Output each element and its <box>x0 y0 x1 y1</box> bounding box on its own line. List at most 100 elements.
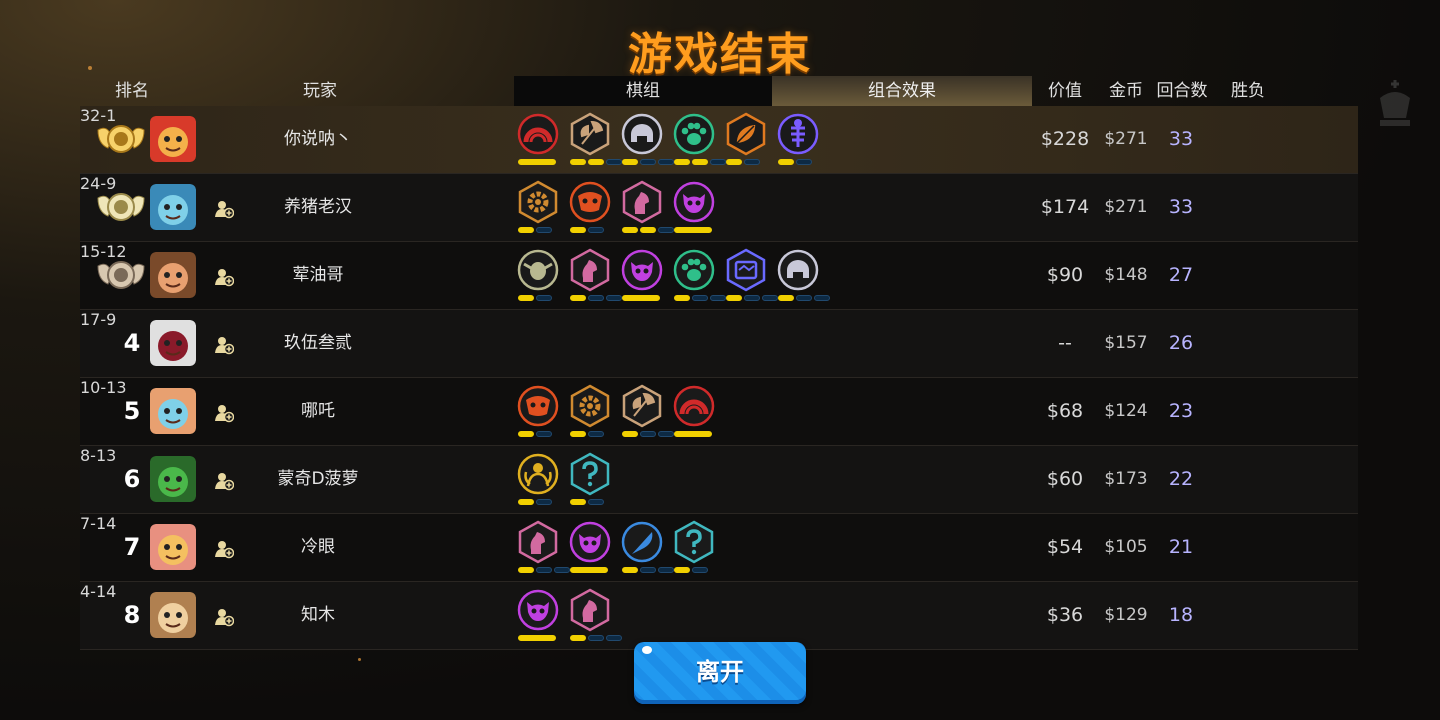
player-avatar[interactable] <box>150 456 196 502</box>
player-avatar[interactable] <box>150 592 196 638</box>
paw-icon[interactable] <box>672 112 726 168</box>
player-rounds: 22 <box>1168 468 1194 490</box>
paw-icon[interactable] <box>672 248 726 304</box>
trait-level-pip <box>726 295 742 301</box>
player-value: $228 <box>1040 128 1090 150</box>
red-arch-icon[interactable] <box>672 384 716 440</box>
feather-icon[interactable] <box>620 520 674 576</box>
trait-level-pip <box>518 499 534 505</box>
trait-level-pip <box>692 295 708 301</box>
add-friend-icon[interactable] <box>214 539 235 559</box>
knight-icon[interactable] <box>568 248 622 304</box>
trait-level-pip <box>622 227 638 233</box>
helmet-icon[interactable] <box>620 112 674 168</box>
player-rounds: 18 <box>1168 604 1194 626</box>
player-row: 养猪老汉 $174 $271 33 24-9 <box>80 174 1358 242</box>
player-name: 哪吒 <box>301 401 335 421</box>
player-avatar[interactable] <box>150 320 196 366</box>
trait-level-bars <box>674 567 708 573</box>
imp-icon[interactable] <box>568 520 612 576</box>
goddess-icon[interactable] <box>516 452 560 508</box>
add-friend-icon[interactable] <box>214 199 235 219</box>
mystery-icon[interactable] <box>672 520 716 576</box>
player-value: -- <box>1058 332 1072 354</box>
player-gold: $105 <box>1104 537 1148 557</box>
tab-combo[interactable]: 组合效果 <box>772 76 1032 106</box>
leave-button-label: 离开 <box>696 658 744 686</box>
trait-level-bars <box>518 635 556 641</box>
trait-level-pip <box>640 227 656 233</box>
trait-level-pip <box>640 159 656 165</box>
gear-icon[interactable] <box>516 180 560 236</box>
trait-level-bars <box>570 635 622 641</box>
player-rounds: 26 <box>1168 332 1194 354</box>
robot-icon[interactable] <box>724 248 778 304</box>
add-friend-icon[interactable] <box>214 471 235 491</box>
trait-level-pip <box>692 159 708 165</box>
chess-king-icon <box>1380 80 1410 126</box>
trait-level-pip <box>674 567 690 573</box>
player-row: 5 哪吒 $68 $124 23 10-13 <box>80 378 1358 446</box>
header-value: 价值 <box>1048 81 1082 101</box>
button-shine <box>642 646 652 654</box>
add-friend-icon[interactable] <box>214 607 235 627</box>
trait-level-pip <box>674 295 690 301</box>
trait-level-bars <box>726 295 778 301</box>
axe-icon[interactable] <box>620 384 674 440</box>
bronze-medal-icon <box>96 254 146 296</box>
add-friend-icon[interactable] <box>214 403 235 423</box>
leaf-icon[interactable] <box>724 112 768 168</box>
player-name: 你说呐丶 <box>284 129 352 149</box>
imp-icon[interactable] <box>620 248 664 304</box>
trait-level-bars <box>570 431 604 437</box>
fishbone-icon[interactable] <box>776 112 820 168</box>
player-avatar[interactable] <box>150 388 196 434</box>
player-avatar[interactable] <box>150 116 196 162</box>
player-name: 玖伍叁贰 <box>284 333 352 353</box>
player-value: $54 <box>1046 536 1084 558</box>
axe-icon[interactable] <box>568 112 622 168</box>
background-spark <box>358 658 361 661</box>
tab-pieces[interactable]: 棋组 <box>514 76 772 106</box>
trait-level-pip <box>536 431 552 437</box>
trait-level-bars <box>518 499 552 505</box>
player-gold: $173 <box>1104 469 1148 489</box>
gear-icon[interactable] <box>568 384 612 440</box>
trait-level-bars <box>778 159 812 165</box>
add-friend-icon[interactable] <box>214 267 235 287</box>
player-avatar[interactable] <box>150 184 196 230</box>
leave-button[interactable]: 离开 <box>634 642 806 704</box>
trait-level-pip <box>778 159 794 165</box>
trait-level-pip <box>606 635 622 641</box>
trait-level-pip <box>536 499 552 505</box>
add-friend-icon[interactable] <box>214 335 235 355</box>
trait-level-pip <box>518 431 534 437</box>
table-header: 排名 玩家 棋组 组合效果 价值 金币 回合数 胜负 <box>80 76 1358 106</box>
goblin-icon[interactable] <box>516 248 560 304</box>
player-row: 你说呐丶 $228 $271 33 32-1 <box>80 106 1358 174</box>
trait-level-pip <box>796 295 812 301</box>
rank-number: 8 <box>123 601 141 629</box>
knight-icon[interactable] <box>516 520 570 576</box>
trait-level-pip <box>588 227 604 233</box>
demon-mask-icon[interactable] <box>568 180 612 236</box>
trait-level-bars <box>674 159 726 165</box>
trait-level-bars <box>622 227 674 233</box>
knight-icon[interactable] <box>620 180 674 236</box>
player-avatar[interactable] <box>150 252 196 298</box>
mystery-icon[interactable] <box>568 452 612 508</box>
trait-level-pip <box>588 295 604 301</box>
imp-icon[interactable] <box>672 180 716 236</box>
player-avatar[interactable] <box>150 524 196 570</box>
trait-level-pip <box>588 159 604 165</box>
player-row: 4 玖伍叁贰 -- $157 26 17-9 <box>80 310 1358 378</box>
trait-level-bars <box>622 567 674 573</box>
knight-icon[interactable] <box>568 588 622 644</box>
demon-mask-icon[interactable] <box>516 384 560 440</box>
trait-level-pip <box>814 295 830 301</box>
trait-level-pip <box>692 567 708 573</box>
player-gold: $271 <box>1104 129 1148 149</box>
imp-icon[interactable] <box>516 588 560 644</box>
helmet-icon[interactable] <box>776 248 830 304</box>
red-arch-icon[interactable] <box>516 112 560 168</box>
